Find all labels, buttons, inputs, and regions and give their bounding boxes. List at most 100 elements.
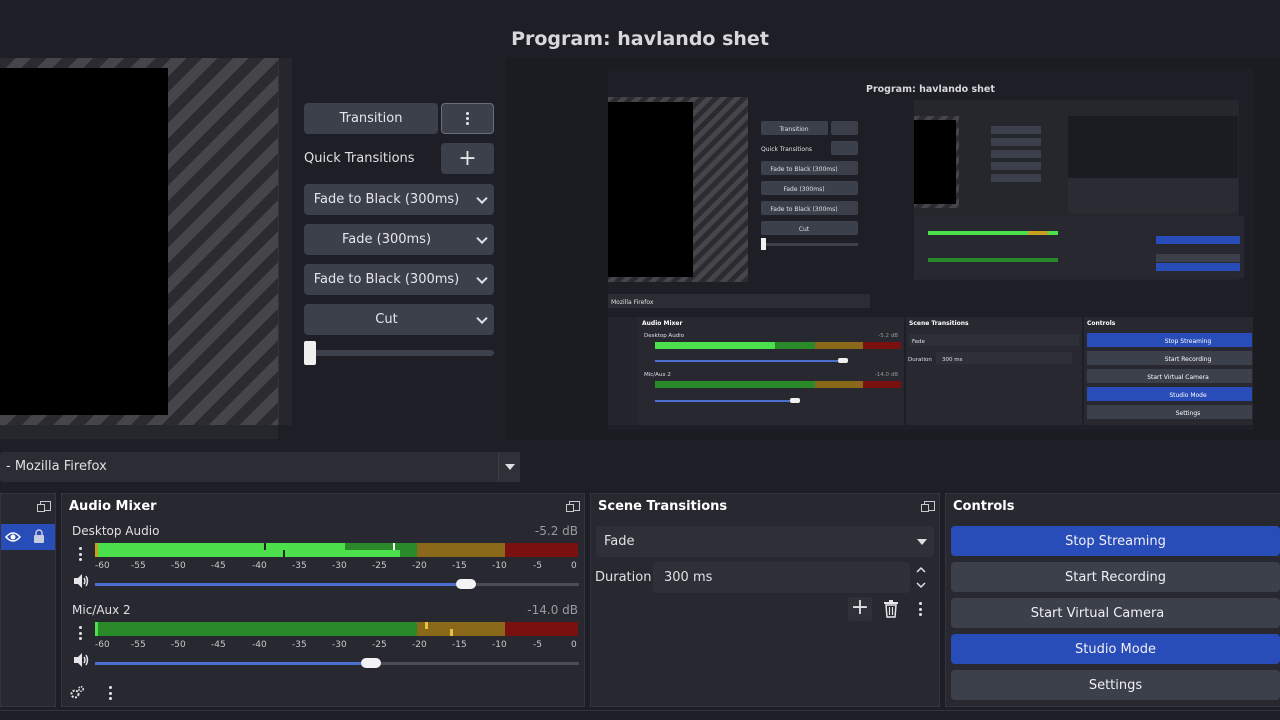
- start-recording-button[interactable]: Start Recording: [951, 562, 1280, 592]
- channel-menu-icon[interactable]: [79, 547, 83, 561]
- channel-ticks: -60 -55 -50 -45 -40 -35 -30 -25 -20 -15 -10 -5 0: [95, 640, 577, 650]
- lock-icon[interactable]: [33, 529, 45, 544]
- svg-text:-40: -40: [252, 640, 267, 650]
- quick-transition-label: Fade to Black (300ms): [313, 192, 460, 207]
- source-row-selected[interactable]: [1, 524, 55, 550]
- plus-icon: +: [850, 595, 870, 620]
- svg-text:-55: -55: [131, 640, 146, 650]
- svg-text:0: 0: [571, 561, 577, 571]
- transition-menu-button[interactable]: [441, 103, 494, 134]
- triangle-down-icon: [917, 539, 927, 545]
- source-select-dropdown[interactable]: [498, 452, 520, 482]
- svg-text:-45: -45: [211, 640, 226, 650]
- source-select-value: - Mozilla Firefox: [6, 459, 107, 474]
- chevron-down-icon: [476, 232, 488, 244]
- channel-db: -14.0 dB: [527, 603, 578, 617]
- float-dock-icon[interactable]: [566, 501, 580, 512]
- sources-dock: [0, 493, 56, 707]
- duration-label: Duration: [595, 570, 652, 585]
- svg-text:-10: -10: [492, 561, 507, 571]
- gears-icon[interactable]: [69, 685, 85, 701]
- volume-slider-knob[interactable]: [361, 658, 381, 668]
- speaker-icon[interactable]: [72, 573, 90, 589]
- svg-text:-30: -30: [332, 640, 347, 650]
- svg-text:Fade to Black (300ms): Fade to Black (300ms): [770, 206, 837, 213]
- quick-transition-label: Fade to Black (300ms): [313, 272, 460, 287]
- chevron-down-icon: [476, 272, 488, 284]
- svg-text:-35: -35: [292, 640, 307, 650]
- svg-text:-20: -20: [412, 640, 427, 650]
- volume-slider-fill: [95, 662, 371, 665]
- svg-text:-25: -25: [372, 561, 387, 571]
- preview-canvas[interactable]: [0, 58, 278, 425]
- preview-scrollbar[interactable]: [278, 58, 292, 425]
- speaker-icon[interactable]: [72, 652, 90, 668]
- kebab-icon: [465, 112, 470, 125]
- nested-obs-svg: Program: havlando shet Transition Quick …: [608, 68, 1253, 430]
- duration-stepper[interactable]: [914, 564, 928, 592]
- svg-text:0: 0: [571, 640, 577, 650]
- eye-icon[interactable]: [5, 531, 21, 543]
- transition-button-label: Transition: [339, 111, 403, 126]
- quick-transition-item[interactable]: Cut: [304, 304, 494, 335]
- scene-transitions-title: Scene Transitions: [598, 499, 728, 514]
- controls-title: Controls: [953, 499, 1015, 514]
- quick-transition-item[interactable]: Fade (300ms): [304, 224, 494, 255]
- svg-text:Mic/Aux 2: Mic/Aux 2: [644, 372, 671, 378]
- program-title: Program: havlando shet: [511, 28, 769, 50]
- stop-streaming-button[interactable]: Stop Streaming: [951, 526, 1280, 556]
- duration-field[interactable]: 300 ms: [653, 562, 910, 593]
- svg-text:-45: -45: [211, 561, 226, 571]
- channel-menu-icon[interactable]: [79, 626, 83, 640]
- transition-button[interactable]: Transition: [304, 103, 438, 134]
- svg-text:Fade (300ms): Fade (300ms): [783, 186, 824, 193]
- svg-text:Duration: Duration: [908, 357, 932, 363]
- trash-icon[interactable]: [883, 600, 899, 618]
- preview-scrollbar-h[interactable]: [0, 425, 278, 439]
- channel-name: Mic/Aux 2: [72, 603, 131, 617]
- channel-meter: [95, 622, 578, 636]
- plus-icon: +: [458, 146, 477, 171]
- status-bar: [0, 710, 1280, 720]
- svg-text:-40: -40: [252, 561, 267, 571]
- triangle-down-icon: [505, 464, 515, 470]
- program-nested-preview: Program: havlando shet Transition Quick …: [608, 68, 1253, 430]
- svg-text:-60: -60: [95, 561, 110, 571]
- volume-slider-fill: [95, 583, 465, 586]
- volume-slider-knob[interactable]: [456, 579, 476, 589]
- svg-text:-25: -25: [372, 640, 387, 650]
- transition-menu-icon[interactable]: [919, 602, 923, 616]
- chevron-down-icon: [476, 192, 488, 204]
- settings-button[interactable]: Settings: [951, 670, 1280, 700]
- quick-transitions-label: Quick Transitions: [304, 151, 415, 166]
- chevron-down-icon: [476, 312, 488, 324]
- tbar-track[interactable]: [304, 350, 494, 356]
- channel-ticks: -60 -55 -50 -45 -40 -35 -30 -25 -20 -15 -10 -5 0: [95, 561, 577, 571]
- svg-text:Start Recording: Start Recording: [1165, 356, 1212, 363]
- nested-program-title: Program: havlando shet: [866, 84, 995, 95]
- quick-transition-item[interactable]: Fade to Black (300ms): [304, 184, 494, 215]
- transition-select-value: Fade: [604, 534, 635, 549]
- studio-mode-button[interactable]: Studio Mode: [951, 634, 1280, 664]
- quick-transition-label: Cut: [375, 312, 398, 327]
- svg-text:-15: -15: [452, 640, 467, 650]
- float-dock-icon[interactable]: [921, 501, 935, 512]
- svg-text:-20: -20: [412, 561, 427, 571]
- svg-text:-5: -5: [533, 640, 542, 650]
- svg-text:Studio Mode: Studio Mode: [1169, 392, 1207, 399]
- svg-text:Stop Streaming: Stop Streaming: [1165, 338, 1212, 345]
- channel-name: Desktop Audio: [72, 524, 160, 538]
- float-dock-icon[interactable]: [37, 501, 51, 512]
- tbar-handle[interactable]: [304, 341, 316, 365]
- svg-text:Desktop Audio: Desktop Audio: [644, 333, 685, 339]
- add-transition-button[interactable]: +: [848, 597, 872, 621]
- svg-text:Start Virtual Camera: Start Virtual Camera: [1147, 374, 1209, 381]
- add-quick-transition-button[interactable]: +: [441, 143, 494, 174]
- channel-db: -5.2 dB: [534, 524, 578, 538]
- quick-transition-item[interactable]: Fade to Black (300ms): [304, 264, 494, 295]
- source-select[interactable]: - Mozilla Firefox: [0, 452, 520, 482]
- svg-text:Settings: Settings: [1176, 410, 1201, 417]
- transition-select[interactable]: Fade: [596, 526, 934, 557]
- mixer-menu-icon[interactable]: [109, 686, 113, 700]
- start-virtual-camera-button[interactable]: Start Virtual Camera: [951, 598, 1280, 628]
